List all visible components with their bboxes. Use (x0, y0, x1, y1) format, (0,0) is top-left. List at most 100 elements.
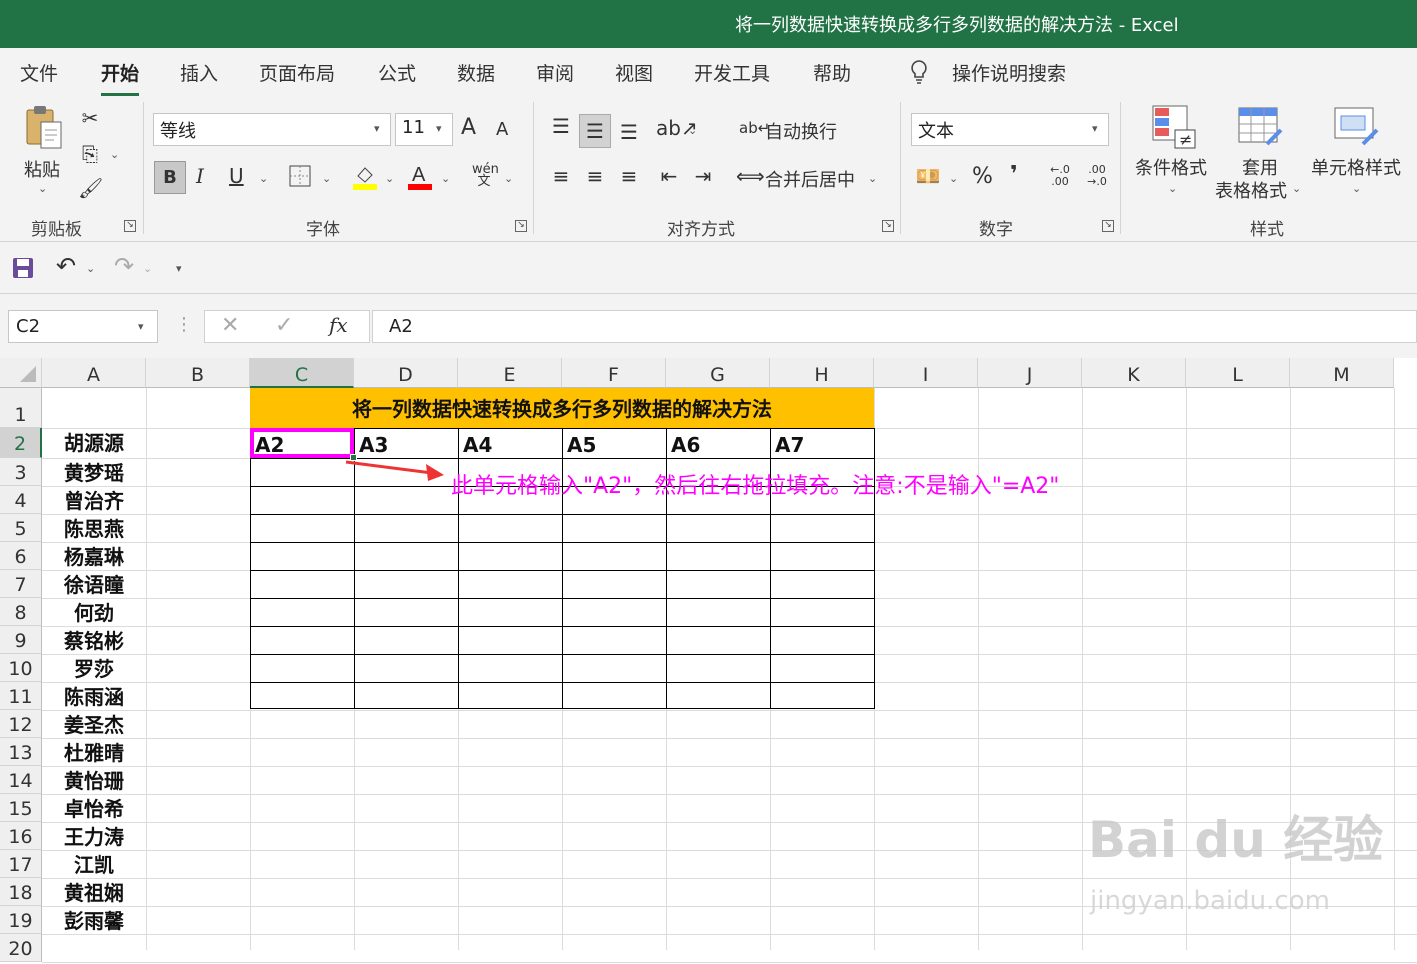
copy-dropdown[interactable]: ⌄ (110, 148, 119, 161)
underline-button[interactable]: U (229, 164, 244, 188)
wrap-text-button[interactable]: 自动换行 (765, 118, 837, 144)
row-header-8[interactable]: 8 (0, 598, 42, 626)
column-header-i[interactable]: I (874, 358, 978, 388)
borders-dropdown[interactable]: ⌄ (322, 172, 331, 185)
orientation-dropdown[interactable]: ⌄ (688, 124, 697, 137)
row-header-14[interactable]: 14 (0, 766, 42, 794)
borders-icon[interactable] (288, 165, 312, 192)
row-header-10[interactable]: 10 (0, 654, 42, 682)
cell-a10[interactable]: 罗莎 (42, 654, 146, 682)
cell-h2[interactable]: A7 (770, 430, 874, 458)
paste-icon[interactable] (20, 104, 68, 154)
formula-input[interactable]: A2 (372, 310, 1417, 343)
column-header-d[interactable]: D (354, 358, 458, 388)
font-name-select[interactable]: 等线 (153, 113, 391, 146)
font-name-dropdown[interactable]: ▾ (374, 122, 380, 135)
cell-a18[interactable]: 黄祖娴 (42, 878, 146, 906)
cell-a2[interactable]: 胡源源 (42, 428, 146, 458)
conditional-formatting-icon[interactable]: ≠ (1151, 104, 1197, 150)
row-header-16[interactable]: 16 (0, 822, 42, 850)
row-header-6[interactable]: 6 (0, 542, 42, 570)
cell-a8[interactable]: 何劲 (42, 598, 146, 626)
number-launcher-icon[interactable]: ↘ (1102, 220, 1114, 232)
cell-styles-dropdown[interactable]: ⌄ (1352, 182, 1361, 195)
clipboard-launcher-icon[interactable]: ↘ (124, 220, 136, 232)
conditional-dropdown[interactable]: ⌄ (1168, 182, 1177, 195)
format-as-table-label-2[interactable]: 表格格式 (1215, 177, 1287, 203)
align-right-icon[interactable]: ≡ (616, 164, 642, 188)
cut-icon[interactable]: ✂ (78, 106, 102, 130)
merge-center-icon[interactable]: ⟺ (736, 164, 765, 188)
increase-decimal-icon[interactable]: ←.0 .00 (1043, 164, 1077, 188)
tab-view[interactable]: 视图 (615, 59, 653, 86)
font-size-dropdown[interactable]: ▾ (436, 122, 442, 135)
column-header-j[interactable]: J (978, 358, 1082, 388)
wrap-text-icon[interactable]: ab↵ (739, 116, 770, 140)
alignment-launcher-icon[interactable]: ↘ (882, 220, 894, 232)
paste-button[interactable]: 粘贴 (24, 156, 60, 182)
font-size-select[interactable]: 11 (395, 113, 453, 146)
grow-font-button[interactable]: A (461, 115, 476, 140)
cell-styles-button[interactable]: 单元格样式 (1311, 154, 1401, 180)
column-header-g[interactable]: G (666, 358, 770, 388)
italic-button[interactable]: I (196, 164, 204, 188)
cell-a7[interactable]: 徐语瞳 (42, 570, 146, 598)
row-header-9[interactable]: 9 (0, 626, 42, 654)
row-header-18[interactable]: 18 (0, 878, 42, 906)
column-header-m[interactable]: M (1290, 358, 1394, 388)
format-as-table-dropdown[interactable]: ⌄ (1292, 182, 1301, 195)
comma-style-button[interactable]: ❜ (1010, 162, 1018, 187)
lightbulb-icon[interactable] (908, 59, 930, 90)
bold-button[interactable]: B (154, 161, 186, 194)
row-header-2[interactable]: 2 (0, 428, 42, 458)
row-header-20[interactable]: 20 (0, 934, 42, 962)
increase-indent-icon[interactable]: ⇥ (690, 164, 716, 188)
cell-e2[interactable]: A4 (458, 430, 562, 458)
font-color-icon[interactable]: A (407, 162, 433, 192)
cell-a14[interactable]: 黄怡珊 (42, 766, 146, 794)
column-header-a[interactable]: A (42, 358, 146, 388)
cell-f2[interactable]: A5 (562, 430, 666, 458)
row-header-4[interactable]: 4 (0, 486, 42, 514)
font-color-dropdown[interactable]: ⌄ (441, 172, 450, 185)
name-box[interactable]: C2 (8, 310, 158, 343)
row-header-11[interactable]: 11 (0, 682, 42, 710)
tab-file[interactable]: 文件 (20, 59, 58, 86)
column-header-c[interactable]: C (250, 358, 354, 388)
merge-dropdown[interactable]: ⌄ (868, 172, 877, 185)
font-launcher-icon[interactable]: ↘ (515, 220, 527, 232)
percent-style-button[interactable]: % (972, 164, 993, 189)
cell-a12[interactable]: 姜圣杰 (42, 710, 146, 738)
column-header-f[interactable]: F (562, 358, 666, 388)
phonetic-dropdown[interactable]: ⌄ (504, 172, 513, 185)
merge-center-button[interactable]: 合并后居中 (765, 166, 855, 192)
cell-g2[interactable]: A6 (666, 430, 770, 458)
orientation-icon[interactable]: ab↗ (656, 116, 698, 140)
column-header-h[interactable]: H (770, 358, 874, 388)
tab-home[interactable]: 开始 (101, 59, 140, 96)
row-header-3[interactable]: 3 (0, 458, 42, 486)
decrease-decimal-icon[interactable]: .00 →.0 (1080, 164, 1114, 188)
cell-a13[interactable]: 杜雅晴 (42, 738, 146, 766)
column-header-l[interactable]: L (1186, 358, 1290, 388)
tab-data[interactable]: 数据 (457, 59, 495, 86)
cell-a16[interactable]: 王力涛 (42, 822, 146, 850)
phonetic-icon[interactable]: wén 文 (472, 163, 499, 188)
shrink-font-button[interactable]: A (496, 119, 508, 140)
row-header-12[interactable]: 12 (0, 710, 42, 738)
cell-a5[interactable]: 陈思燕 (42, 514, 146, 542)
column-header-b[interactable]: B (146, 358, 250, 388)
format-painter-icon[interactable]: 🖌 (78, 176, 103, 200)
tab-developer[interactable]: 开发工具 (694, 59, 770, 86)
cell-a11[interactable]: 陈雨涵 (42, 682, 146, 710)
align-top-icon[interactable]: ☰ (548, 114, 574, 138)
row-header-13[interactable]: 13 (0, 738, 42, 766)
row-header-1[interactable]: 1 (0, 388, 42, 428)
align-center-icon[interactable]: ≡ (582, 164, 608, 188)
cell-a15[interactable]: 卓怡希 (42, 794, 146, 822)
undo-icon[interactable]: ↶ (52, 254, 80, 278)
paste-dropdown[interactable]: ⌄ (38, 182, 47, 195)
number-format-dropdown[interactable]: ▾ (1092, 122, 1098, 135)
cell-a4[interactable]: 曾治齐 (42, 486, 146, 514)
align-bottom-icon[interactable]: ☰ (616, 120, 642, 144)
